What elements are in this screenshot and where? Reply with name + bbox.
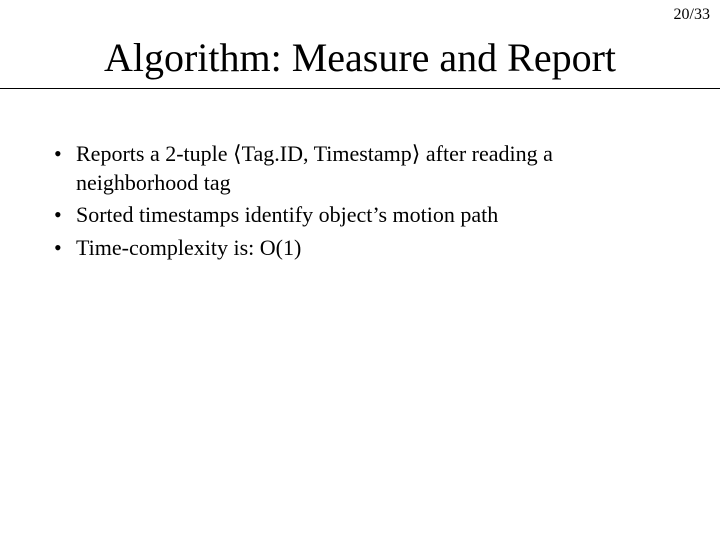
list-item: Reports a 2-tuple ⟨Tag.ID, Timestamp⟩ af…	[50, 140, 670, 197]
list-item: Sorted timestamps identify object’s moti…	[50, 201, 670, 230]
page-number: 20/33	[674, 6, 710, 24]
slide: 20/33 Algorithm: Measure and Report Repo…	[0, 0, 720, 540]
list-item: Time-complexity is: O(1)	[50, 234, 670, 263]
content-area: Reports a 2-tuple ⟨Tag.ID, Timestamp⟩ af…	[50, 140, 670, 266]
title-underline	[0, 88, 720, 89]
bullet-list: Reports a 2-tuple ⟨Tag.ID, Timestamp⟩ af…	[50, 140, 670, 262]
slide-title: Algorithm: Measure and Report	[0, 34, 720, 81]
